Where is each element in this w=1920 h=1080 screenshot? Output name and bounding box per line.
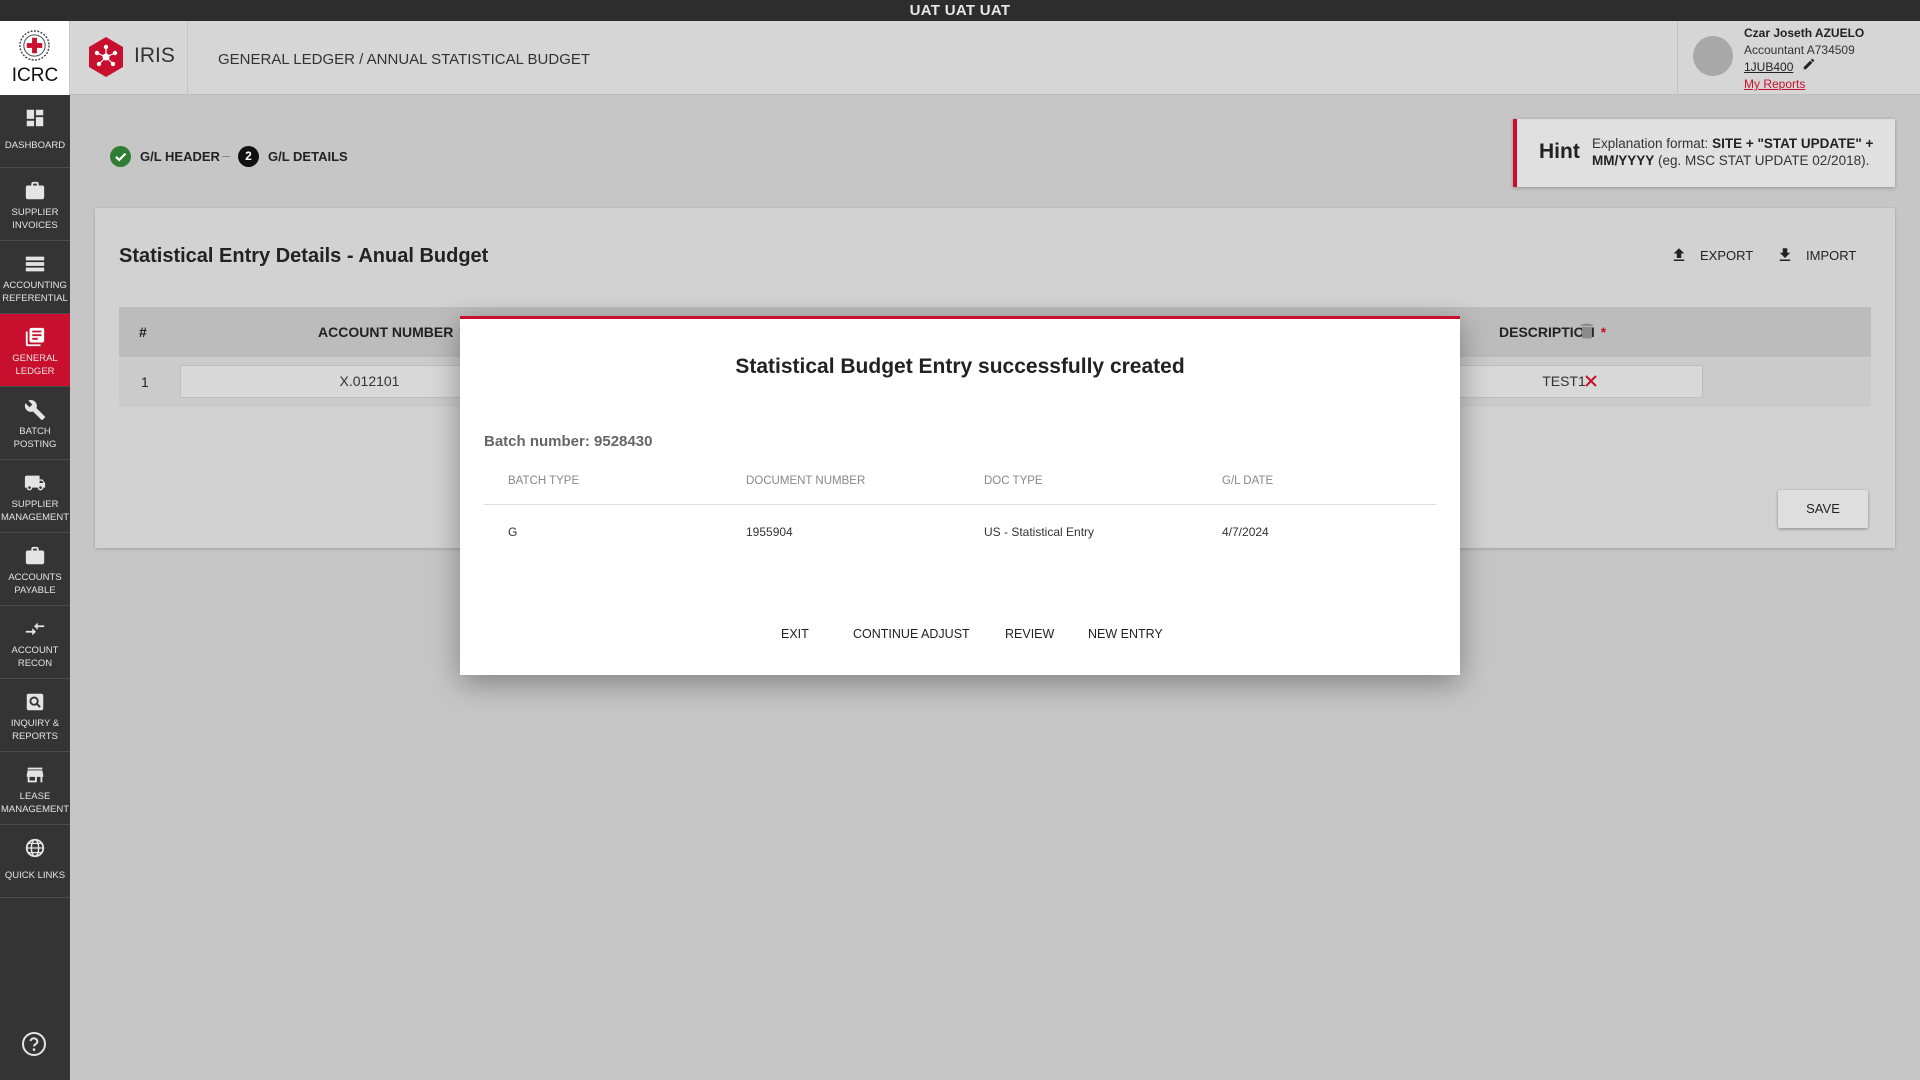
top-bar: ICRC IRIS GENERAL LEDGER / ANNUAL STATIS… [0,21,1920,95]
truck-icon [24,475,46,491]
store-icon [26,767,44,783]
row-number: 1 [141,374,149,390]
user-name: Czar Joseth AZUELO [1744,26,1865,40]
breadcrumb: GENERAL LEDGER / ANNUAL STATISTICAL BUDG… [218,51,591,68]
export-button[interactable]: EXPORT [1670,246,1753,264]
dashboard-icon [26,109,44,127]
sidebar-item-dashboard[interactable]: Dashboard [0,95,70,168]
brand-text: ICRC [11,65,59,86]
icrc-emblem-icon [19,30,50,61]
user-role: Accountant A734509 [1744,43,1855,57]
step-gl-header[interactable]: G/L HEADER [110,145,220,167]
hint-text: Explanation format: SITE + "STAT UPDATE"… [1592,136,1874,168]
compare-arrows-icon [25,622,45,636]
pencil-icon[interactable] [1802,57,1816,71]
step-label: G/L DETAILS [268,148,348,164]
gl-date-value: 4/7/2024 [1222,525,1269,539]
document-number-value: 1955904 [746,525,793,539]
column-header-batch-type: BATCH TYPE [508,475,580,487]
list-icon [25,256,45,272]
app-logo-block[interactable]: IRIS [70,21,188,95]
sidebar-item-label: Batch Posting [13,426,57,450]
step-label: G/L HEADER [140,148,220,164]
success-dialog: Statistical Budget Entry successfully cr… [460,316,1460,675]
download-icon [1779,248,1791,261]
environment-banner: UAT UAT UAT [0,0,1920,21]
sidebar-item-supplier-invoices[interactable]: Supplier Invoices [0,168,70,241]
card-title: Statistical Entry Details - Anual Budget [119,245,489,267]
avatar[interactable] [1693,36,1733,76]
sidebar-item-label: General Ledger [12,353,58,377]
save-button[interactable]: SAVE [1778,490,1868,528]
user-panel: Czar Joseth AZUELO Accountant A734509 1J… [1677,21,1920,95]
batch-type-value: G [508,525,518,539]
review-button[interactable]: REVIEW [1005,627,1054,641]
doc-type-value: US - Statistical Entry [984,525,1095,539]
step-gl-details[interactable]: 2 G/L DETAILS [238,145,348,167]
step-number: 2 [238,145,259,167]
column-header-doc-type: DOC TYPE [984,475,1043,487]
continue-adjust-button[interactable]: CONTINUE ADJUST [853,627,970,641]
briefcase-icon [25,546,45,565]
briefcase-icon [25,181,45,200]
close-icon[interactable] [1583,373,1599,389]
brand-logo[interactable]: ICRC [0,21,70,95]
description-input[interactable]: TEST1 [1425,365,1703,398]
exit-button[interactable]: EXIT [781,627,809,641]
hint-box: Hint Explanation format: SITE + "STAT UP… [1513,119,1895,187]
dialog-actions: EXIT CONTINUE ADJUST REVIEW NEW ENTRY [460,627,1460,649]
sidebar-item-label: Quick Links [4,870,66,881]
sidebar-item-label: Inquiry & Reports [10,718,60,742]
check-circle-icon [110,145,131,167]
column-header-account-number: ACCOUNT NUMBER* [318,324,465,340]
column-header-gl-date: G/L DATE [1222,475,1274,487]
dialog-table-row: G 1955904 US - Statistical Entry 4/7/202… [484,505,1436,555]
sidebar-item-general-ledger[interactable]: General Ledger [0,314,70,387]
column-header-number: # [139,324,147,340]
sidebar-item-supplier-management[interactable]: Supplier Management [0,460,70,533]
my-reports-link[interactable]: My Reports [1744,77,1805,91]
wrench-icon [24,400,46,421]
sidebar-item-label: Supplier Invoices [11,207,59,231]
dialog-table-header: BATCH TYPE DOCUMENT NUMBER DOC TYPE G/L … [484,455,1436,505]
app-name: IRIS [134,44,175,67]
sidebar-item-inquiry-reports[interactable]: Inquiry & Reports [0,679,70,752]
sidebar-item-label: Supplier Management [0,499,70,523]
sidebar-item-account-recon[interactable]: Account Recon [0,606,70,679]
ledger-icon [25,327,45,347]
batch-number: Batch number: 9528430 [484,433,653,450]
sidebar: Dashboard Supplier Invoices Accounting R… [0,95,70,1080]
globe-icon [25,838,45,858]
sidebar-item-label: Lease Management [0,791,70,815]
sidebar-item-batch-posting[interactable]: Batch Posting [0,387,70,460]
sidebar-item-accounting-referential[interactable]: Accounting Referential [0,241,70,314]
user-code-link[interactable]: 1JUB400 [1744,60,1793,74]
help-icon[interactable] [21,1031,47,1057]
sidebar-item-lease-management[interactable]: Lease Management [0,752,70,825]
new-entry-button[interactable]: NEW ENTRY [1088,627,1163,641]
trash-icon[interactable] [1577,321,1597,341]
sidebar-item-label: Accounts Payable [8,572,62,596]
column-header-document-number: DOCUMENT NUMBER [746,475,866,487]
iris-logo-icon [89,37,123,77]
sidebar-item-label: Dashboard [4,140,66,151]
search-icon [26,693,44,711]
upload-icon [1673,248,1685,261]
dialog-title: Statistical Budget Entry successfully cr… [735,355,1185,378]
hint-title: Hint [1539,140,1580,163]
step-connector [222,156,230,157]
sidebar-item-accounts-payable[interactable]: Accounts Payable [0,533,70,606]
sidebar-item-quick-links[interactable]: Quick Links [0,825,70,898]
sidebar-item-label: Accounting Referential [2,280,68,304]
import-button[interactable]: IMPORT [1776,246,1856,264]
sidebar-item-label: Account Recon [11,645,59,669]
